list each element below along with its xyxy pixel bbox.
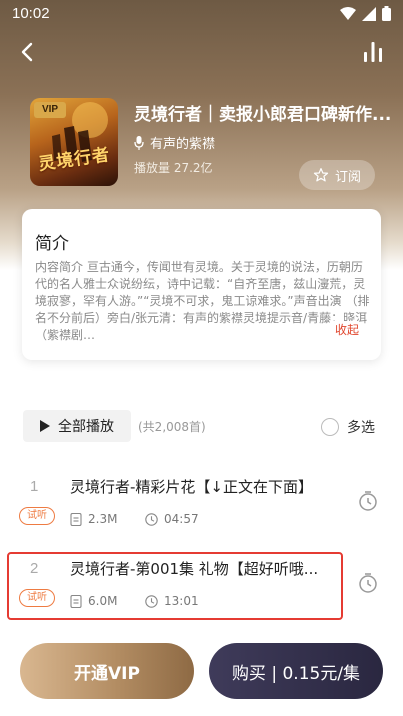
signal-icon bbox=[362, 6, 376, 21]
status-time: 10:02 bbox=[12, 5, 50, 22]
status-icons bbox=[340, 6, 391, 21]
track-size-value: 2.3M bbox=[88, 512, 118, 526]
wifi-icon bbox=[340, 6, 356, 20]
multi-select-radio[interactable] bbox=[321, 418, 339, 436]
intro-card: 简介 内容简介 亘古通今，传闻世有灵境。关于灵境的说法，历朝历代的名人雅士众说纷… bbox=[22, 209, 381, 360]
alarm-clock-icon[interactable] bbox=[357, 490, 379, 512]
star-icon bbox=[313, 168, 329, 182]
microphone-icon bbox=[134, 135, 144, 150]
track-row[interactable]: 1 试听 灵境行者-精彩片花【↓正文在下面】 2.3M 04:57 bbox=[0, 466, 403, 542]
multi-select-toggle[interactable]: 多选 bbox=[321, 417, 375, 437]
album-author[interactable]: 有声的紫襟 bbox=[134, 133, 215, 152]
vip-tag: VIP bbox=[34, 102, 66, 118]
open-vip-button[interactable]: 开通VIP bbox=[20, 643, 194, 699]
track-duration: 04:57 bbox=[145, 512, 199, 526]
alarm-clock-icon[interactable] bbox=[357, 572, 379, 594]
clock-icon bbox=[145, 512, 158, 526]
track-total: (共2,008首) bbox=[138, 420, 206, 434]
selection-highlight bbox=[7, 552, 343, 620]
album-cover[interactable]: VIP 灵境行者 bbox=[30, 98, 118, 186]
bar-chart-icon[interactable] bbox=[361, 40, 385, 64]
intro-body: 内容简介 亘古通今，传闻世有灵境。关于灵境的说法，历朝历代的名人雅士众说纷纭，诗… bbox=[35, 260, 370, 342]
subscribe-button[interactable]: 订阅 bbox=[299, 160, 375, 190]
track-size: 2.3M bbox=[70, 512, 117, 526]
status-bar: 10:02 bbox=[0, 0, 403, 30]
track-title: 灵境行者-精彩片花【↓正文在下面】 bbox=[70, 478, 313, 496]
track-number: 1 bbox=[30, 478, 39, 495]
play-count: 播放量 27.2亿 bbox=[134, 161, 213, 175]
play-all-button[interactable]: 全部播放 bbox=[23, 410, 131, 442]
file-icon bbox=[70, 512, 82, 526]
buy-button[interactable]: 购买 | 0.15元/集 bbox=[209, 643, 383, 699]
back-arrow-icon[interactable] bbox=[14, 38, 42, 66]
play-icon bbox=[40, 420, 50, 432]
album-title: 灵境行者｜卖报小郎君口碑新作... bbox=[134, 105, 392, 125]
intro-heading: 简介 bbox=[35, 234, 69, 254]
battery-icon bbox=[382, 6, 391, 21]
collapse-link[interactable]: 收起 bbox=[330, 321, 359, 338]
track-duration-value: 04:57 bbox=[164, 512, 199, 526]
play-all-label: 全部播放 bbox=[58, 419, 114, 435]
author-name: 有声的紫襟 bbox=[150, 137, 216, 152]
subscribe-label: 订阅 bbox=[334, 169, 361, 185]
multi-select-label: 多选 bbox=[347, 420, 375, 436]
trial-badge: 试听 bbox=[19, 507, 55, 525]
